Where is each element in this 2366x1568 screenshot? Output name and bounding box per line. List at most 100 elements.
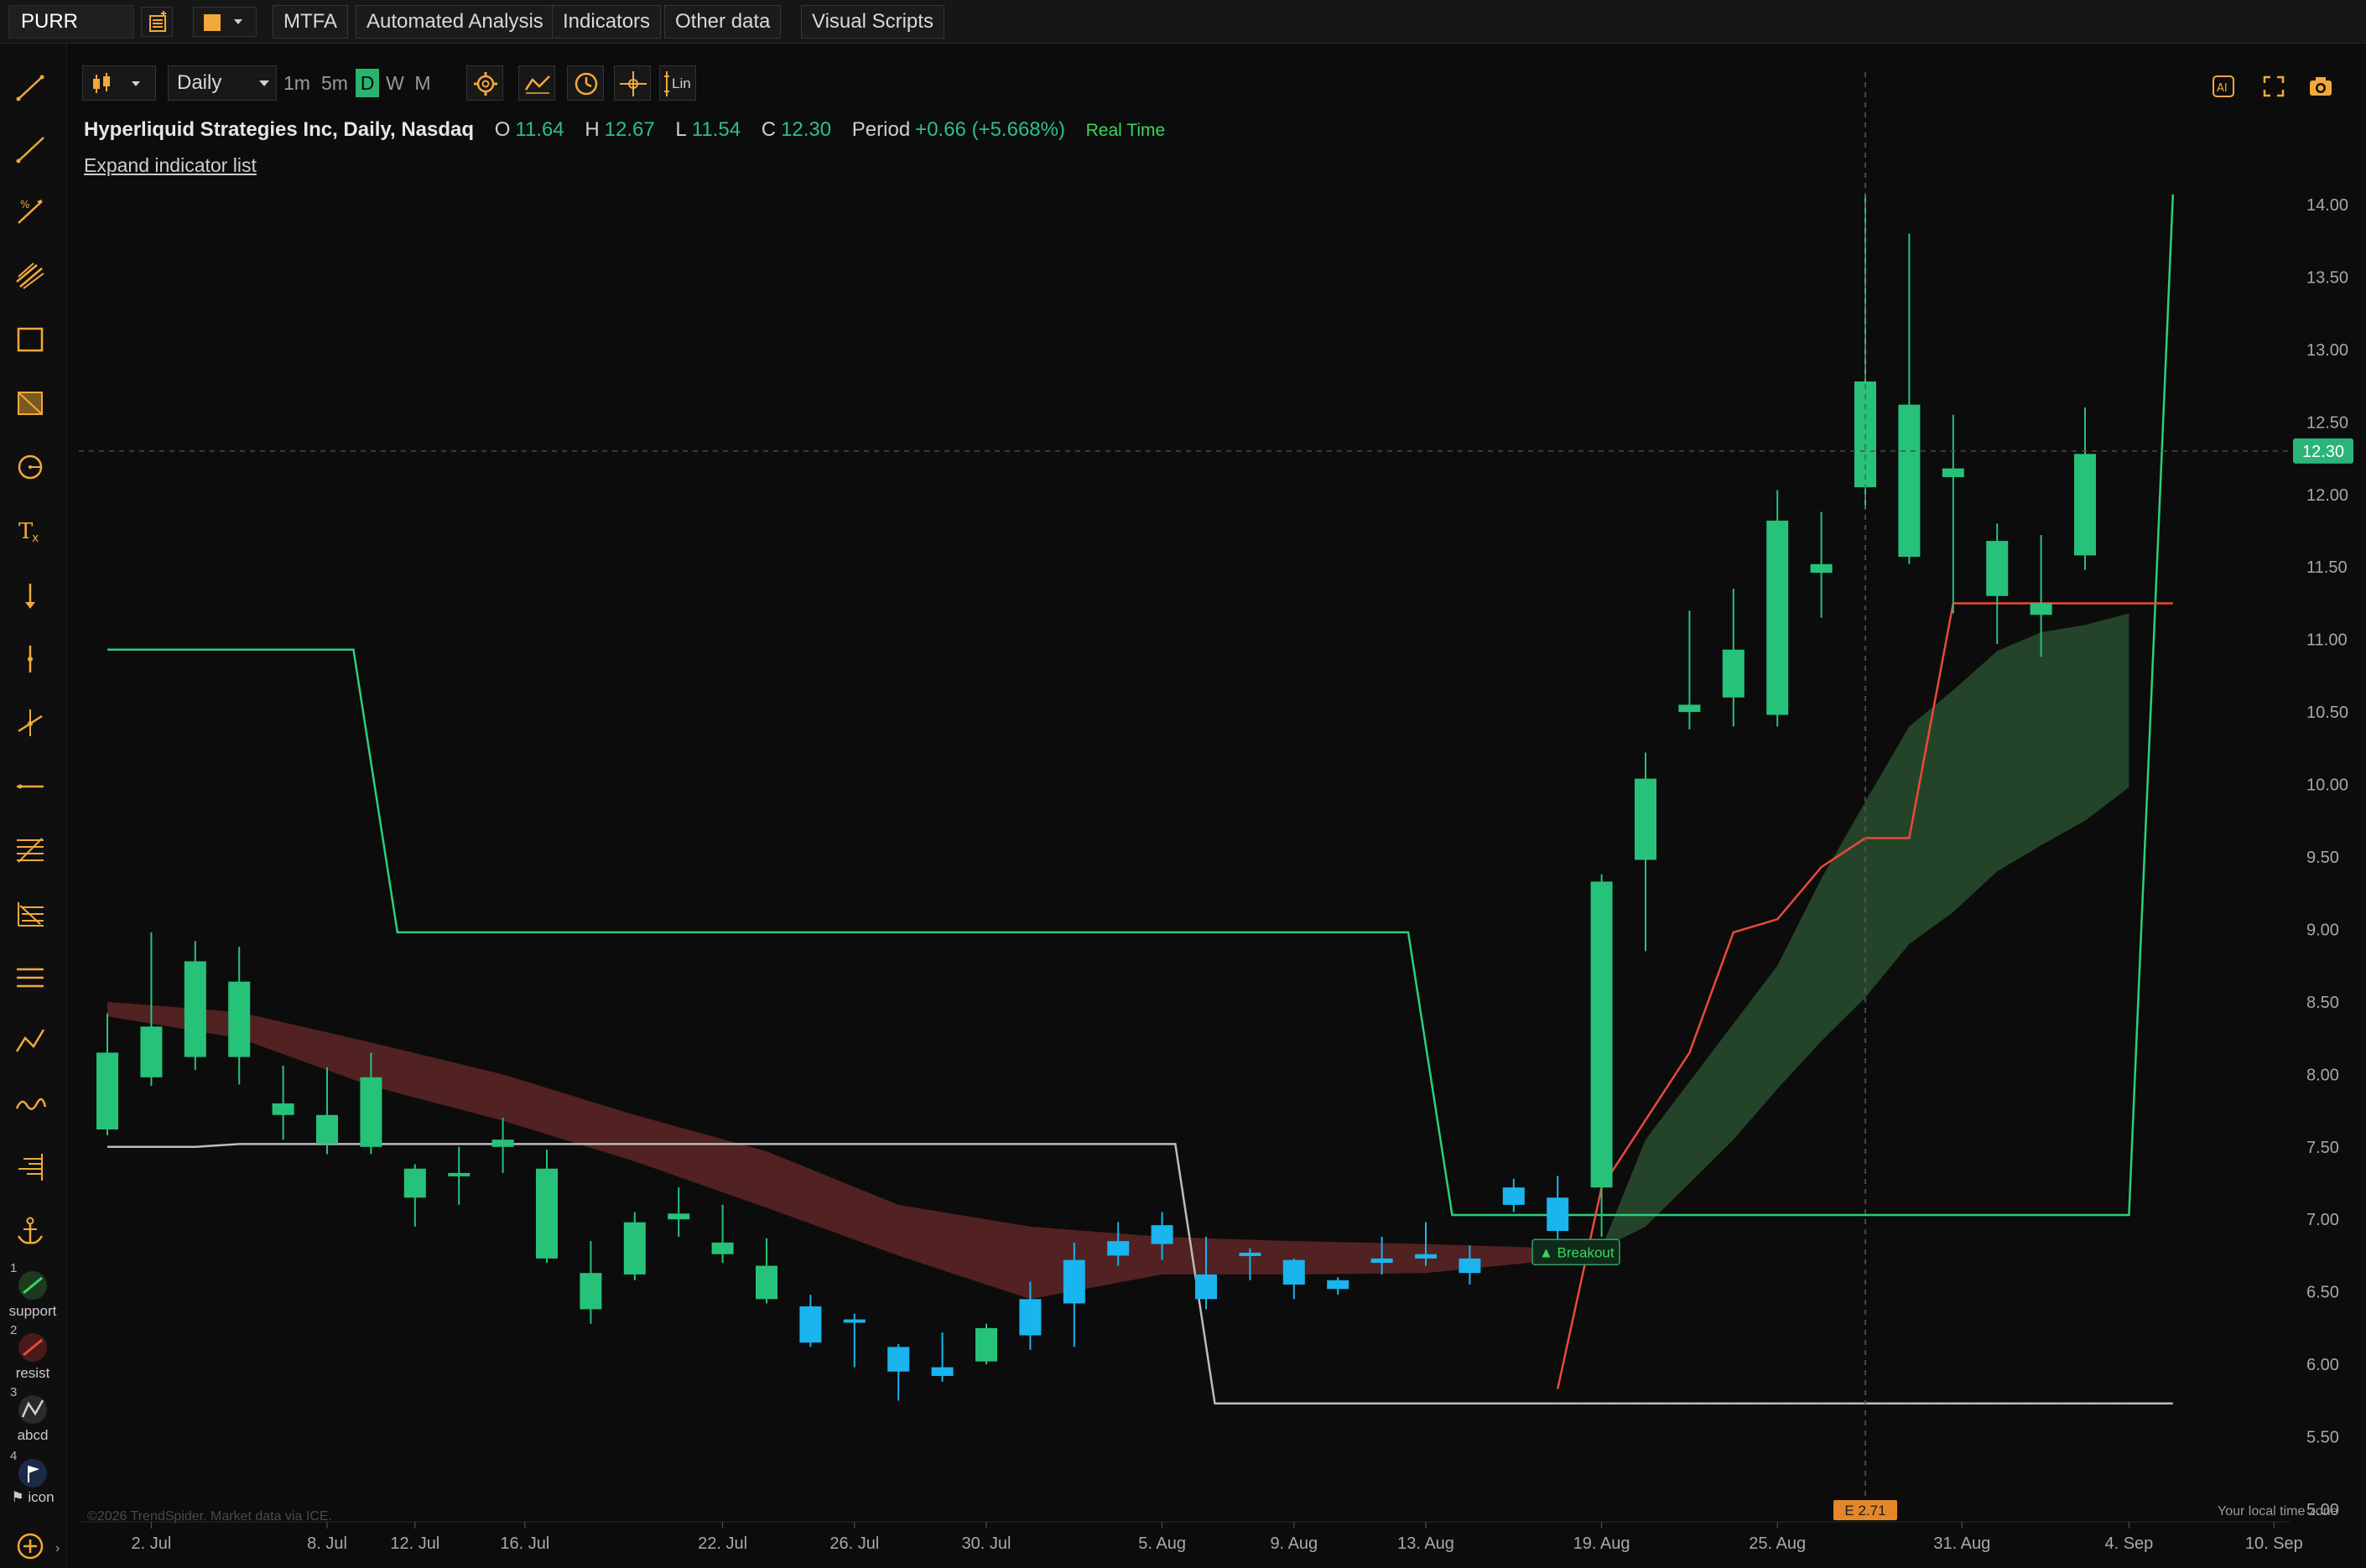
high-label: H [585, 118, 600, 141]
fib-extension-tool-icon[interactable] [12, 896, 49, 932]
screenshot-button[interactable] [2306, 72, 2335, 101]
fullscreen-button[interactable] [2259, 72, 2288, 101]
favorite-abcd[interactable]: 3 abcd [5, 1385, 60, 1446]
chart-type-dropdown[interactable] [82, 65, 156, 101]
zone-tool-icon[interactable] [12, 384, 49, 421]
candle-body [140, 1026, 163, 1077]
candle-body [711, 1242, 734, 1254]
timeframe-m[interactable]: M [411, 69, 434, 97]
crosshair-icon [620, 71, 647, 96]
timeframe-w[interactable]: W [382, 69, 408, 97]
ray-tool-icon[interactable] [12, 131, 49, 168]
candle-body [843, 1319, 866, 1323]
other-data-button[interactable]: Other data [664, 5, 782, 39]
candle-body [1063, 1259, 1085, 1304]
favorite-icon[interactable]: 4 ⚑ icon [5, 1449, 60, 1509]
y-tick-label: 13.00 [2306, 341, 2348, 360]
x-tick-label: 26. Jul [829, 1534, 879, 1553]
compare-button[interactable] [518, 65, 555, 101]
rectangle-tool-icon[interactable] [12, 320, 49, 357]
anchored-vwap-tool-icon[interactable] [12, 704, 49, 741]
history-button[interactable] [567, 65, 604, 101]
watchlist-icon[interactable] [141, 7, 173, 37]
y-tick-label: 9.50 [2306, 849, 2339, 867]
donchian-channel-line [107, 194, 2175, 1217]
visual-scripts-button[interactable]: Visual Scripts [801, 5, 944, 39]
candle-body [623, 1222, 646, 1275]
timeframe-1m[interactable]: 1m [280, 69, 314, 97]
scale-toggle-button[interactable]: Lin [659, 65, 696, 101]
favorite-icon-label: ⚑ icon [11, 1489, 55, 1505]
candle-body [1766, 520, 1789, 715]
interval-dropdown[interactable]: Daily [168, 65, 277, 101]
channel-tool-icon[interactable] [12, 257, 49, 293]
candle-body [96, 1052, 118, 1130]
candle-body [1722, 649, 1745, 698]
measure-tool-icon[interactable]: % [12, 193, 49, 230]
candle-body [1986, 541, 2009, 596]
candle-body [403, 1168, 426, 1198]
crosshair-button[interactable] [614, 65, 651, 101]
candle-body [1810, 563, 1833, 574]
price-chart[interactable]: ▲ Breakout E 2.71 12.30 14.00 13.50 13.00 12.… [0, 0, 2366, 1568]
candle-body [1635, 778, 1656, 860]
symbol-name: Hyperliquid Strategies Inc, Daily, Nasda… [84, 118, 475, 141]
bearish-cloud [107, 1001, 1602, 1300]
y-tick-label: 10.50 [2306, 704, 2348, 722]
svg-text:%: % [20, 199, 29, 210]
mtfa-button[interactable]: MTFA [273, 5, 348, 39]
timeframe-5m[interactable]: 5m [317, 69, 352, 97]
add-favorite-icon[interactable] [12, 1528, 49, 1565]
vertical-line-tool-icon[interactable] [12, 641, 49, 678]
candle-body [316, 1114, 338, 1145]
expand-indicator-list-link[interactable]: Expand indicator list [84, 154, 257, 177]
wave-tool-icon[interactable] [12, 1087, 49, 1124]
volume-profile-tool-icon[interactable] [12, 1149, 49, 1186]
candle-body [1282, 1259, 1305, 1285]
gray-level-line [107, 1143, 2173, 1405]
line-chart-icon [524, 75, 550, 94]
text-tool-icon[interactable]: Tx [12, 511, 49, 548]
candle-body [975, 1327, 997, 1362]
fullscreen-icon [2263, 75, 2285, 97]
x-axis: 2. Jul 8. Jul 12. Jul 16. Jul 22. Jul 26. Jul… [131, 1522, 2303, 1553]
horizontal-line-tool-icon[interactable] [12, 768, 49, 805]
indicators-button[interactable]: Indicators [552, 5, 662, 39]
expand-toolbar-chevron-icon[interactable]: › [55, 1541, 60, 1556]
settings-button[interactable] [466, 65, 503, 101]
x-tick-label: 9. Aug [1270, 1534, 1318, 1553]
y-tick-label: 8.50 [2306, 994, 2339, 1012]
ticker-search-input[interactable]: PURR [8, 5, 134, 39]
color-picker-button[interactable] [193, 7, 257, 37]
local-timezone-text[interactable]: Your local time zone [2218, 1504, 2338, 1519]
y-tick-label: 11.00 [2306, 631, 2348, 650]
automated-analysis-button[interactable]: Automated Analysis [356, 5, 554, 39]
arrow-down-tool-icon[interactable] [12, 577, 49, 614]
x-tick-label: 10. Sep [2245, 1534, 2303, 1553]
camera-icon [2310, 77, 2332, 96]
gear-icon [474, 72, 497, 96]
x-tick-label: 30. Jul [962, 1534, 1011, 1553]
high-value: 12.67 [604, 118, 655, 141]
y-tick-label: 13.50 [2306, 268, 2348, 287]
breakout-label: ▲ Breakout [1539, 1244, 1615, 1260]
candle-body [1370, 1258, 1393, 1264]
fibonacci-tool-icon[interactable] [12, 832, 49, 869]
favorite-support[interactable]: 1 support [5, 1261, 60, 1321]
svg-text:AI: AI [2217, 82, 2228, 95]
trailing-stop-line [1556, 602, 2173, 1389]
low-value: 11.54 [691, 118, 741, 141]
favorite-resist[interactable]: 2 resist [5, 1323, 60, 1384]
timeframe-d[interactable]: D [356, 69, 379, 97]
parallel-lines-tool-icon[interactable] [12, 959, 49, 996]
anchor-tool-icon[interactable] [12, 1212, 49, 1249]
trendline-tool-icon[interactable] [12, 69, 49, 106]
ai-assistant-button[interactable]: AI [2209, 72, 2238, 101]
polyline-tool-icon[interactable] [12, 1023, 49, 1060]
indicator-lines [107, 194, 2175, 1405]
circle-tool-icon[interactable] [12, 448, 49, 485]
close-label: C [761, 118, 777, 141]
annotations: ▲ Breakout E 2.71 12.30 [79, 72, 2353, 1520]
candle-body [1547, 1197, 1569, 1232]
close-value: 12.30 [781, 118, 832, 141]
